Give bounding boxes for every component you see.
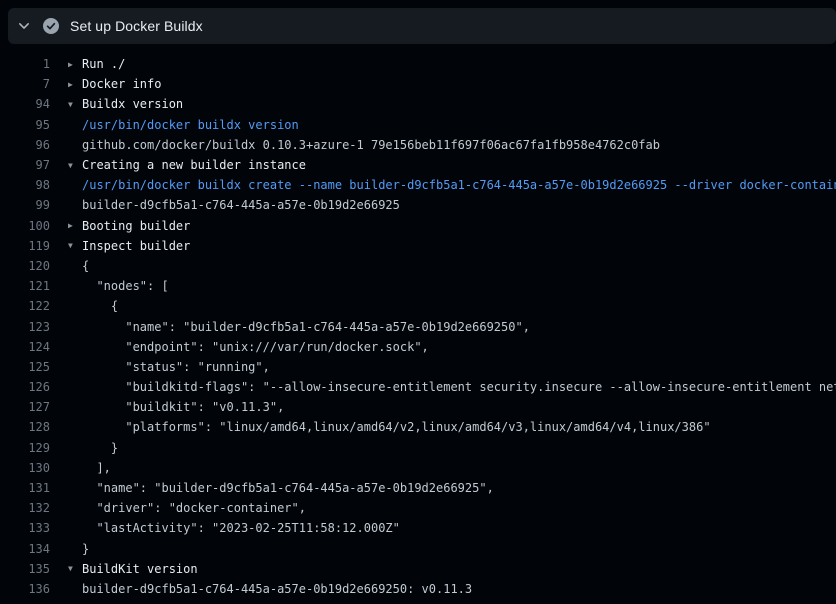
log-line: 134 }	[0, 539, 836, 559]
log-line: 122 {	[0, 296, 836, 316]
log-line: 129 }	[0, 438, 836, 458]
log-line: 136 builder-d9cfb5a1-c764-445a-a57e-0b19…	[0, 579, 836, 599]
log-text: Inspect builder	[82, 239, 190, 253]
log-text: "nodes": [	[82, 279, 169, 293]
line-number[interactable]: 136	[0, 582, 50, 596]
log-text: Buildx version	[82, 97, 183, 111]
line-number[interactable]: 130	[0, 461, 50, 475]
line-number[interactable]: 134	[0, 542, 50, 556]
log-text: "lastActivity": "2023-02-25T11:58:12.000…	[82, 521, 400, 535]
log-text: "driver": "docker-container",	[82, 501, 306, 515]
log-text: github.com/docker/buildx 0.10.3+azure-1 …	[82, 138, 660, 152]
log-line: 95 /usr/bin/docker buildx version	[0, 115, 836, 135]
check-circle-icon	[43, 18, 59, 34]
log-text: Booting builder	[82, 219, 190, 233]
line-number[interactable]: 119	[0, 239, 50, 253]
triangle-down-icon: ▼	[68, 161, 82, 170]
triangle-right-icon: ▶	[68, 221, 82, 230]
line-number[interactable]: 125	[0, 360, 50, 374]
line-number[interactable]: 94	[0, 97, 50, 111]
log-text: BuildKit version	[82, 562, 198, 576]
line-number[interactable]: 1	[0, 57, 50, 71]
log-text: {	[82, 259, 89, 273]
log-text: /usr/bin/docker buildx create --name bui…	[82, 178, 836, 192]
log-text: "status": "running",	[82, 360, 270, 374]
log-text: {	[82, 299, 118, 313]
line-number[interactable]: 98	[0, 178, 50, 192]
log-line: 99 builder-d9cfb5a1-c764-445a-a57e-0b19d…	[0, 195, 836, 215]
log-text: Creating a new builder instance	[82, 158, 306, 172]
log-group-header[interactable]: 119 ▼ Inspect builder	[0, 236, 836, 256]
log-text: }	[82, 441, 118, 455]
line-number[interactable]: 97	[0, 158, 50, 172]
log-line: 126 "buildkitd-flags": "--allow-insecure…	[0, 377, 836, 397]
line-number[interactable]: 100	[0, 219, 50, 233]
line-number[interactable]: 129	[0, 441, 50, 455]
triangle-down-icon: ▼	[68, 564, 82, 573]
log-viewer: 1 ▶ Run ./ 7 ▶ Docker info 94 ▼ Buildx v…	[0, 44, 836, 599]
line-number[interactable]: 135	[0, 562, 50, 576]
chevron-down-icon[interactable]	[17, 19, 31, 33]
line-number[interactable]: 7	[0, 77, 50, 91]
log-text: ],	[82, 461, 111, 475]
log-text: }	[82, 542, 89, 556]
log-group-header[interactable]: 94 ▼ Buildx version	[0, 94, 836, 114]
log-text: "platforms": "linux/amd64,linux/amd64/v2…	[82, 420, 711, 434]
log-text: builder-d9cfb5a1-c764-445a-a57e-0b19d2e6…	[82, 198, 400, 212]
log-text: "name": "builder-d9cfb5a1-c764-445a-a57e…	[82, 481, 494, 495]
log-line: 130 ],	[0, 458, 836, 478]
log-group-header[interactable]: 97 ▼ Creating a new builder instance	[0, 155, 836, 175]
line-number[interactable]: 132	[0, 501, 50, 515]
line-number[interactable]: 131	[0, 481, 50, 495]
step-header[interactable]: Set up Docker Buildx	[8, 8, 836, 44]
triangle-down-icon: ▼	[68, 241, 82, 250]
log-line: 98 /usr/bin/docker buildx create --name …	[0, 175, 836, 195]
log-text: "buildkit": "v0.11.3",	[82, 400, 284, 414]
line-number[interactable]: 99	[0, 198, 50, 212]
log-line: 132 "driver": "docker-container",	[0, 498, 836, 518]
log-group-header[interactable]: 135 ▼ BuildKit version	[0, 559, 836, 579]
log-text: Docker info	[82, 77, 161, 91]
log-group-header[interactable]: 1 ▶ Run ./	[0, 54, 836, 74]
line-number[interactable]: 133	[0, 521, 50, 535]
line-number[interactable]: 123	[0, 320, 50, 334]
line-number[interactable]: 120	[0, 259, 50, 273]
line-number[interactable]: 127	[0, 400, 50, 414]
log-text: builder-d9cfb5a1-c764-445a-a57e-0b19d2e6…	[82, 582, 472, 596]
log-group-header[interactable]: 100 ▶ Booting builder	[0, 216, 836, 236]
line-number[interactable]: 96	[0, 138, 50, 152]
triangle-right-icon: ▶	[68, 60, 82, 69]
log-text: "buildkitd-flags": "--allow-insecure-ent…	[82, 380, 836, 394]
log-line: 120 {	[0, 256, 836, 276]
log-line: 133 "lastActivity": "2023-02-25T11:58:12…	[0, 518, 836, 538]
log-line: 124 "endpoint": "unix:///var/run/docker.…	[0, 337, 836, 357]
log-text: "name": "builder-d9cfb5a1-c764-445a-a57e…	[82, 320, 530, 334]
step-title: Set up Docker Buildx	[70, 18, 203, 34]
triangle-right-icon: ▶	[68, 80, 82, 89]
triangle-down-icon: ▼	[68, 100, 82, 109]
log-group-header[interactable]: 7 ▶ Docker info	[0, 74, 836, 94]
line-number[interactable]: 128	[0, 420, 50, 434]
log-line: 125 "status": "running",	[0, 357, 836, 377]
line-number[interactable]: 121	[0, 279, 50, 293]
log-line: 121 "nodes": [	[0, 276, 836, 296]
line-number[interactable]: 126	[0, 380, 50, 394]
log-line: 123 "name": "builder-d9cfb5a1-c764-445a-…	[0, 316, 836, 336]
log-text: /usr/bin/docker buildx version	[82, 118, 299, 132]
line-number[interactable]: 122	[0, 299, 50, 313]
log-text: "endpoint": "unix:///var/run/docker.sock…	[82, 340, 429, 354]
line-number[interactable]: 95	[0, 118, 50, 132]
line-number[interactable]: 124	[0, 340, 50, 354]
log-line: 128 "platforms": "linux/amd64,linux/amd6…	[0, 417, 836, 437]
log-line: 96 github.com/docker/buildx 0.10.3+azure…	[0, 135, 836, 155]
log-line: 131 "name": "builder-d9cfb5a1-c764-445a-…	[0, 478, 836, 498]
log-line: 127 "buildkit": "v0.11.3",	[0, 397, 836, 417]
log-text: Run ./	[82, 57, 125, 71]
